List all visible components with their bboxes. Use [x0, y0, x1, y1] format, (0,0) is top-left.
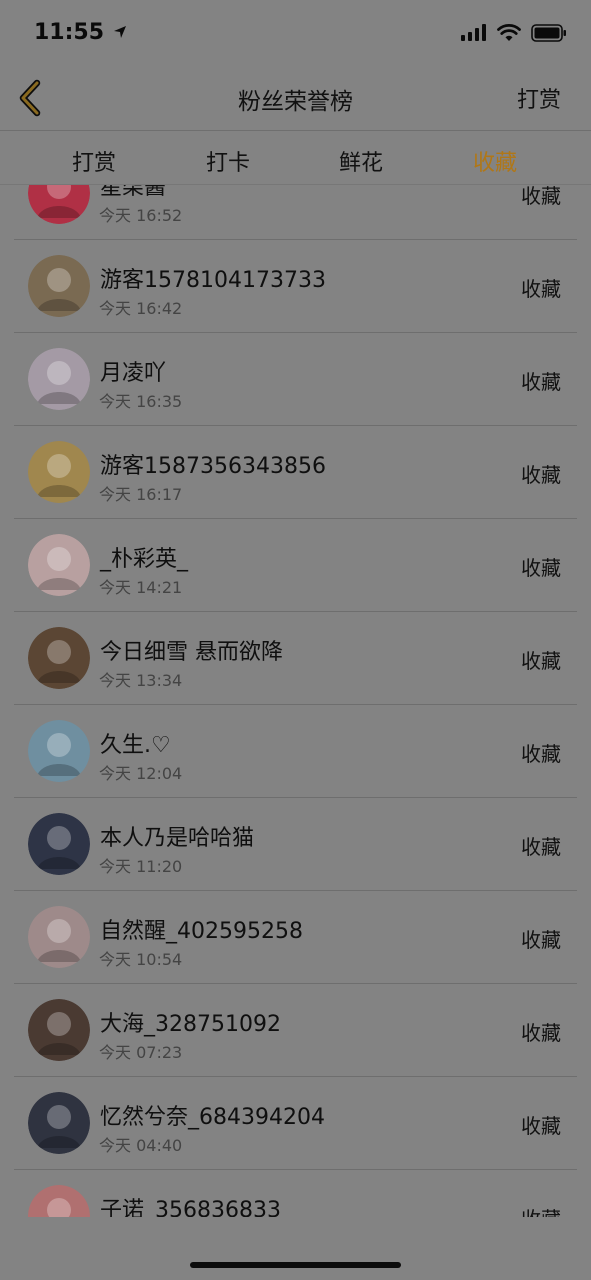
fan-list-items: 星柒酱 今天 16:52 收藏 游客1578104173733 今天 16:42 收藏 月凌… — [0, 185, 591, 1217]
list-item[interactable]: 久生.♡ 今天 12:04 收藏 — [0, 705, 591, 798]
avatar[interactable] — [28, 999, 90, 1061]
timestamp: 今天 16:42 — [99, 299, 183, 318]
user-name: _朴彩英_ — [100, 547, 189, 572]
avatar[interactable] — [28, 348, 90, 410]
user-name: 大海_328751092 — [100, 1012, 281, 1037]
status-time-text: 11:55 — [34, 20, 105, 45]
avatar[interactable] — [28, 627, 90, 689]
list-item[interactable]: _朴彩英_ 今天 14:21 收藏 — [0, 519, 591, 612]
avatar[interactable] — [28, 1185, 90, 1217]
list-item[interactable]: 自然醒_402595258 今天 10:54 收藏 — [0, 891, 591, 984]
avatar[interactable] — [28, 255, 90, 317]
timestamp: 今天 16:52 — [99, 206, 183, 225]
avatar-image — [28, 720, 90, 782]
user-name: 自然醒_402595258 — [100, 919, 303, 944]
fan-list[interactable]: 星柒酱 今天 16:52 收藏 游客1578104173733 今天 16:42 收藏 月凌… — [0, 185, 591, 1217]
favorite-label: 收藏 — [521, 463, 561, 487]
favorite-label: 收藏 — [521, 277, 561, 301]
avatar-image — [28, 1185, 90, 1217]
user-name: 星柒酱 — [100, 185, 167, 200]
list-item[interactable]: 忆然兮奈_684394204 今天 04:40 收藏 — [0, 1077, 591, 1170]
avatar-image — [28, 534, 90, 596]
avatar-image — [28, 348, 90, 410]
page-title: 粉丝荣誉榜 — [238, 89, 353, 115]
avatar-image — [28, 906, 90, 968]
avatar-image — [28, 185, 90, 224]
timestamp: 今天 16:35 — [99, 392, 183, 411]
reward-button[interactable]: 打赏 — [517, 82, 561, 114]
status-time: 11:55 — [34, 20, 128, 45]
favorite-label: 收藏 — [521, 556, 561, 580]
list-item[interactable]: 月凌吖今天 16:35 收藏 — [0, 333, 591, 426]
home-indicator — [190, 1262, 401, 1268]
favorite-label: 收藏 — [521, 1021, 561, 1045]
favorite-label: 收藏 — [521, 649, 561, 673]
avatar[interactable] — [28, 185, 90, 224]
tab-bar: 打赏 打卡 鲜花 收藏 — [0, 131, 591, 185]
list-item[interactable]: 子诺_356836833 收藏 — [0, 1170, 591, 1217]
status-icons — [461, 24, 567, 42]
timestamp: 今天 04:40 — [99, 1136, 183, 1155]
wifi-icon — [497, 24, 521, 41]
avatar-image — [28, 1092, 90, 1154]
list-item[interactable]: 今日细雪 悬而欲降今天 13:34 收藏 — [0, 612, 591, 705]
avatar-image — [28, 999, 90, 1061]
tab-flowers[interactable]: 鲜花 — [339, 145, 383, 177]
screen: 11:55 粉丝荣誉榜 打赏 打赏 打卡 鲜花 收藏 星柒酱 今天 16:52 … — [0, 0, 591, 1280]
avatar[interactable] — [28, 906, 90, 968]
timestamp: 今天 10:54 — [99, 950, 183, 969]
favorite-label: 收藏 — [521, 185, 561, 208]
status-bar: 11:55 — [0, 0, 591, 70]
favorite-label: 收藏 — [521, 835, 561, 859]
location-arrow-icon — [113, 26, 126, 38]
timestamp: 今天 16:17 — [99, 485, 183, 504]
user-name: 本人乃是哈哈猫 — [100, 826, 255, 851]
timestamp: 今天 13:34 — [99, 671, 183, 690]
avatar[interactable] — [28, 720, 90, 782]
favorite-label: 收藏 — [521, 928, 561, 952]
timestamp: 今天 14:21 — [99, 578, 183, 597]
avatar-image — [28, 813, 90, 875]
user-name: 游客1578104173733 — [100, 268, 326, 293]
list-item[interactable]: 大海_328751092 今天 07:23 收藏 — [0, 984, 591, 1077]
favorite-label: 收藏 — [521, 1203, 561, 1217]
user-name: 忆然兮奈_684394204 — [100, 1105, 325, 1130]
timestamp: 今天 12:04 — [99, 764, 183, 783]
list-item[interactable]: 游客1587356343856 今天 16:17 收藏 — [0, 426, 591, 519]
avatar-image — [28, 441, 90, 503]
favorite-label: 收藏 — [521, 1114, 561, 1138]
nav-bar: 粉丝荣誉榜 打赏 — [0, 66, 591, 130]
avatar[interactable] — [28, 534, 90, 596]
avatar[interactable] — [28, 1092, 90, 1154]
cellular-signal-icon — [461, 24, 486, 41]
list-item[interactable]: 星柒酱今天 16:52 收藏 — [0, 185, 591, 240]
battery-icon — [531, 24, 566, 42]
avatar[interactable] — [28, 441, 90, 503]
user-name: 月凌吖 — [100, 361, 167, 386]
tab-reward[interactable]: 打赏 — [72, 145, 116, 177]
tab-checkin[interactable]: 打卡 — [206, 145, 250, 177]
favorite-label: 收藏 — [521, 742, 561, 766]
user-name: 游客1587356343856 — [100, 454, 326, 479]
user-name: 久生.♡ — [100, 733, 171, 758]
list-item[interactable]: 游客1578104173733 今天 16:42 收藏 — [0, 240, 591, 333]
favorite-label: 收藏 — [521, 370, 561, 394]
user-name: 子诺_356836833 — [100, 1198, 281, 1217]
user-name: 今日细雪 悬而欲降 — [100, 640, 283, 665]
avatar[interactable] — [28, 813, 90, 875]
tab-favorites[interactable]: 收藏 — [473, 145, 517, 177]
list-item[interactable]: 本人乃是哈哈猫今天 11:20 收藏 — [0, 798, 591, 891]
avatar-image — [28, 255, 90, 317]
timestamp: 今天 11:20 — [99, 857, 183, 876]
avatar-image — [28, 627, 90, 689]
timestamp: 今天 07:23 — [99, 1043, 183, 1062]
